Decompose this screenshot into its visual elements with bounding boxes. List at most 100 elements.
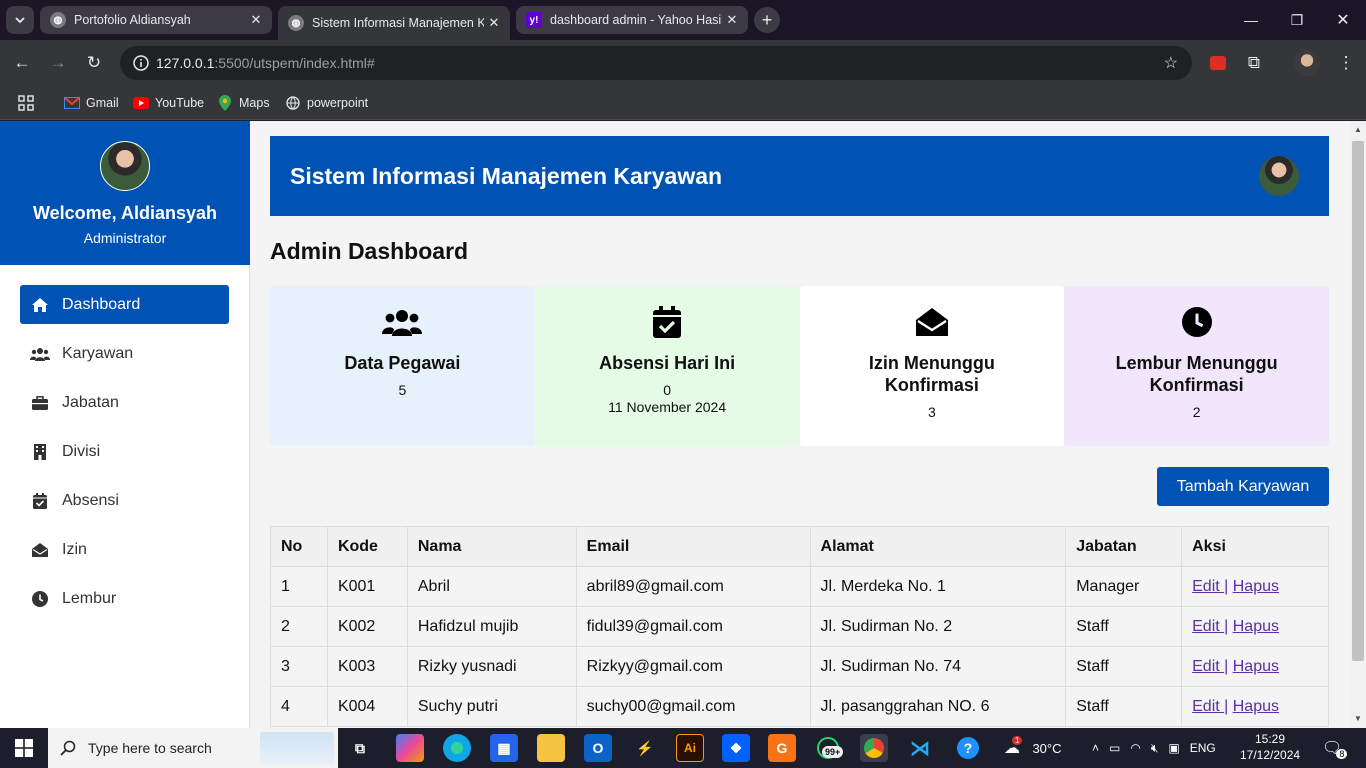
card-lembur[interactable]: Lembur Menunggu Konfirmasi 2	[1064, 286, 1329, 446]
whatsapp-button[interactable]: 99+	[814, 734, 844, 762]
card-label: Absensi Hari Ini	[599, 353, 736, 373]
close-tab-icon[interactable]: ✕	[484, 13, 504, 33]
tab-search-button[interactable]	[6, 6, 34, 34]
bookmark-maps[interactable]: Maps	[217, 93, 270, 113]
card-absensi[interactable]: Absensi Hari Ini 0 11 November 2024	[534, 286, 800, 446]
add-employee-button[interactable]: Tambah Karyawan	[1157, 467, 1329, 506]
outlook-button[interactable]: O	[584, 734, 612, 762]
delete-link[interactable]: Hapus	[1233, 658, 1279, 675]
display-icon[interactable]: ▣	[1168, 741, 1179, 755]
welcome-text: Welcome, Aldiansyah	[32, 203, 218, 223]
edit-link[interactable]: Edit	[1192, 698, 1224, 715]
extension-red-icon	[1210, 56, 1226, 70]
task-view-button[interactable]: ⧉	[346, 734, 374, 762]
close-window-button[interactable]: ✕	[1320, 0, 1366, 40]
back-button[interactable]: ←	[7, 48, 37, 78]
main-content: Sistem Informasi Manajemen Karyawan Admi…	[270, 136, 1329, 727]
arrow-left-icon: ←	[13, 53, 31, 72]
pdf-app-button[interactable]: G	[768, 734, 796, 762]
card-izin[interactable]: Izin Menunggu Konfirmasi 3	[799, 286, 1065, 446]
restore-button[interactable]: ❐	[1274, 0, 1320, 40]
delete-link[interactable]: Hapus	[1233, 698, 1279, 715]
close-tab-icon[interactable]: ✕	[722, 10, 742, 30]
battery-icon[interactable]: ▭	[1109, 741, 1120, 755]
edit-link[interactable]: Edit	[1192, 658, 1224, 675]
extensions-button[interactable]: ⧉	[1239, 48, 1269, 78]
forward-button[interactable]: →	[43, 48, 73, 78]
language-indicator[interactable]: ENG	[1190, 741, 1216, 755]
scrollbar-thumb[interactable]	[1352, 141, 1364, 661]
table-row: 1 K001 Abril abril89@gmail.com Jl. Merde…	[270, 566, 1329, 607]
minimize-button[interactable]: —	[1228, 0, 1274, 40]
store-button[interactable]: ▦	[490, 734, 518, 762]
page-scrollbar[interactable]: ▲ ▼	[1350, 121, 1366, 728]
users-icon	[30, 344, 50, 364]
windows-logo-icon	[15, 739, 33, 757]
app-button[interactable]: ⚡	[631, 734, 659, 762]
close-tab-icon[interactable]: ✕	[246, 10, 266, 30]
scroll-up-icon[interactable]: ▲	[1354, 125, 1362, 134]
chrome-button[interactable]	[860, 734, 888, 762]
app-title: Sistem Informasi Manajemen Karyawan	[290, 162, 723, 189]
wifi-icon[interactable]: ◠	[1130, 741, 1140, 755]
sidebar-item-izin[interactable]: Izin	[20, 530, 229, 569]
scroll-down-icon[interactable]: ▼	[1354, 714, 1362, 723]
bookmark-youtube[interactable]: YouTube	[133, 93, 204, 113]
pdf-icon: G	[776, 740, 788, 756]
bookmark-star-icon[interactable]: ☆	[1164, 53, 1178, 73]
browser-tab-yahoo[interactable]: y! dashboard admin - Yahoo Hasil ✕	[516, 6, 748, 34]
site-info-icon[interactable]	[126, 55, 156, 71]
vscode-button[interactable]: ⋊	[906, 734, 934, 762]
dropbox-button[interactable]: ❖	[722, 734, 750, 762]
weather-widget[interactable]: ☁ 1 30°C	[1004, 728, 1062, 768]
copilot-button[interactable]	[396, 734, 424, 762]
employee-table: No Kode Nama Email Alamat Jabatan Aksi 1…	[270, 526, 1329, 727]
delete-link[interactable]: Hapus	[1233, 618, 1279, 635]
bookmark-powerpoint[interactable]: powerpoint	[285, 93, 368, 113]
bookmark-gmail[interactable]: Gmail	[64, 93, 119, 113]
table-cell: 2	[270, 606, 328, 647]
help-button[interactable]: ?	[954, 734, 982, 762]
profile-button[interactable]	[1292, 48, 1322, 78]
apps-button[interactable]	[18, 93, 34, 113]
volume-mute-icon[interactable]: 🔇︎	[1151, 741, 1159, 756]
app-icon: ⚡	[636, 739, 654, 756]
link-separator: |	[1224, 617, 1229, 635]
address-bar[interactable]: 127.0.0.1:5500/utspem/index.html# ☆	[120, 46, 1192, 80]
table-cell: Rizkyy@gmail.com	[575, 646, 811, 687]
menu-button[interactable]: ⋮	[1331, 48, 1361, 78]
edit-link[interactable]: Edit	[1192, 578, 1224, 595]
card-data-pegawai[interactable]: Data Pegawai 5	[270, 286, 535, 446]
sidebar-item-absensi[interactable]: Absensi	[20, 481, 229, 520]
sidebar-item-jabatan[interactable]: Jabatan	[20, 383, 229, 422]
illustrator-button[interactable]: Ai	[676, 734, 704, 762]
new-tab-button[interactable]: +	[754, 7, 780, 33]
sidebar-item-dashboard[interactable]: Dashboard	[20, 285, 229, 324]
extension-button[interactable]	[1203, 48, 1233, 78]
card-label: Data Pegawai	[344, 353, 461, 373]
sidebar-item-karyawan[interactable]: Karyawan	[20, 334, 229, 373]
sidebar-item-label: Karyawan	[62, 344, 134, 362]
browser-tab-sistem[interactable]: ◍ Sistem Informasi Manajemen K ✕	[278, 6, 510, 40]
reload-button[interactable]: ↻	[79, 48, 109, 78]
globe-icon: ◍	[288, 15, 304, 31]
file-explorer-button[interactable]	[537, 734, 565, 762]
sidebar-item-lembur[interactable]: Lembur	[20, 579, 229, 618]
edit-link[interactable]: Edit	[1192, 618, 1224, 635]
delete-link[interactable]: Hapus	[1233, 578, 1279, 595]
search-highlight-image	[260, 732, 334, 764]
taskbar-search[interactable]: Type here to search	[48, 728, 338, 768]
browser-tab-portfolio[interactable]: ◍ Portofolio Aldiansyah ✕	[40, 6, 272, 34]
taskbar-clock[interactable]: 15:29 17/12/2024	[1240, 731, 1300, 763]
notification-button[interactable]: 🗨︎ 8	[1322, 728, 1353, 768]
chevron-up-icon[interactable]: ˄	[1092, 741, 1099, 755]
calendar-check-icon	[30, 491, 50, 511]
sidebar-item-divisi[interactable]: Divisi	[20, 432, 229, 471]
search-placeholder: Type here to search	[88, 740, 212, 756]
card-value: 5	[398, 382, 407, 398]
start-button[interactable]	[0, 728, 48, 768]
edge-button[interactable]	[443, 734, 471, 762]
calendar-check-icon	[535, 306, 800, 338]
table-cell: Manager	[1065, 566, 1183, 607]
header-avatar[interactable]	[1259, 156, 1299, 196]
